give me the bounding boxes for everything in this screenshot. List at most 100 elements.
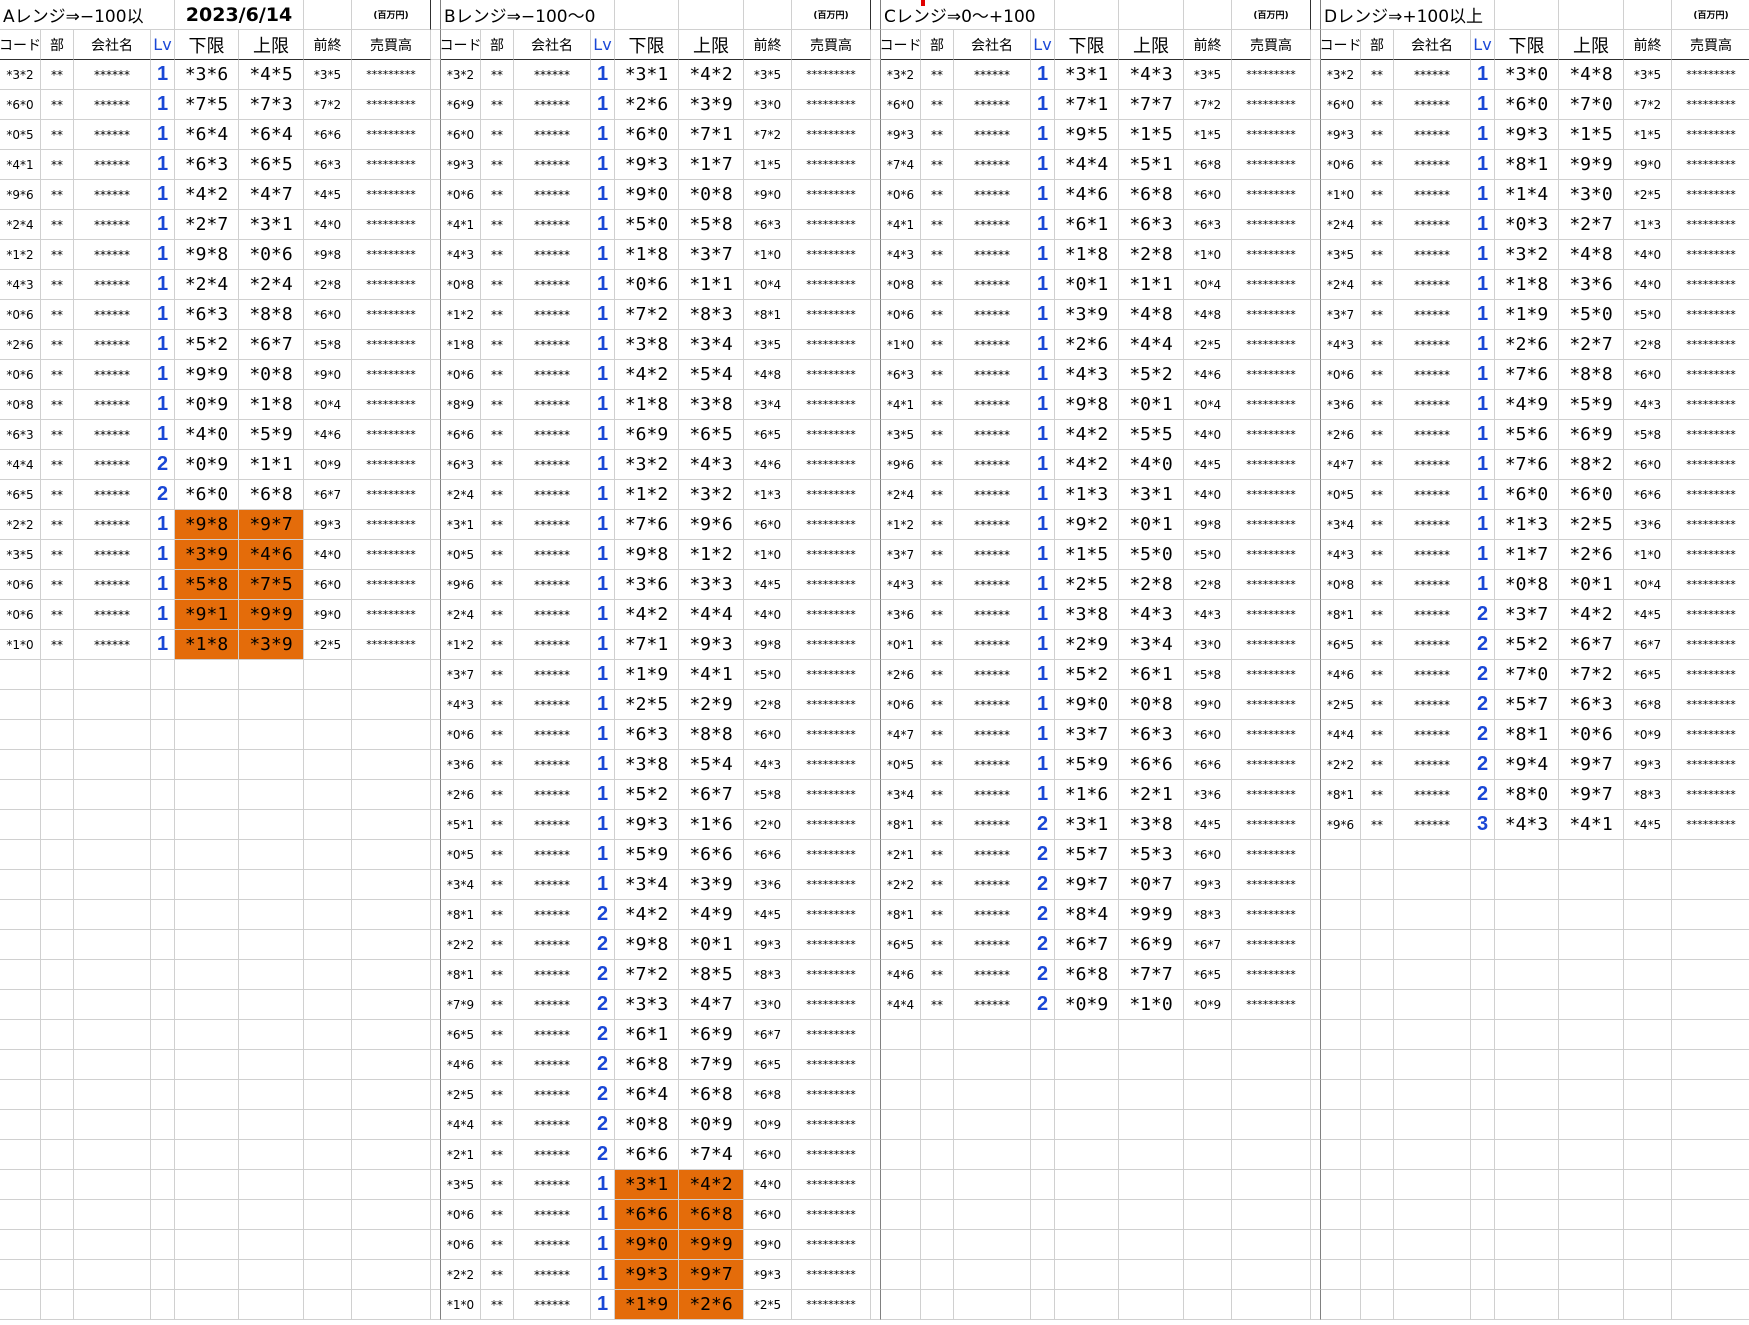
empty-cell[interactable] (41, 1050, 74, 1080)
dept-cell[interactable]: ** (481, 720, 514, 750)
company-name-cell[interactable]: ****** (74, 180, 151, 210)
prev-close-cell[interactable]: *4*0 (744, 600, 792, 630)
dept-cell[interactable]: ** (921, 120, 954, 150)
level-cell[interactable]: 1 (1031, 150, 1055, 180)
volume-cell[interactable]: ********* (792, 1020, 871, 1050)
volume-cell[interactable]: ********* (792, 720, 871, 750)
empty-cell[interactable] (41, 1110, 74, 1140)
upper-limit-cell[interactable]: *9*9 (679, 1230, 744, 1260)
prev-close-cell[interactable]: *4*0 (1184, 420, 1232, 450)
upper-limit-cell[interactable]: *2*7 (1559, 210, 1624, 240)
upper-limit-cell[interactable]: *4*9 (679, 900, 744, 930)
upper-limit-cell[interactable]: *6*4 (239, 120, 304, 150)
level-cell[interactable]: 1 (1031, 360, 1055, 390)
prev-close-cell[interactable]: *6*6 (1624, 480, 1672, 510)
dept-cell[interactable]: ** (921, 930, 954, 960)
lower-limit-cell[interactable]: *5*2 (175, 330, 239, 360)
upper-limit-cell[interactable]: *4*8 (1559, 240, 1624, 270)
empty-cell[interactable] (1184, 1170, 1232, 1200)
empty-cell[interactable] (1361, 1260, 1394, 1290)
code-cell[interactable]: *0*6 (441, 360, 481, 390)
prev-close-cell[interactable]: *8*1 (744, 300, 792, 330)
code-cell[interactable]: *3*5 (0, 540, 41, 570)
code-cell[interactable]: *4*6 (881, 960, 921, 990)
empty-cell[interactable] (175, 1230, 239, 1260)
lower-limit-cell[interactable]: *7*0 (1495, 660, 1559, 690)
lower-limit-cell[interactable]: *6*4 (175, 120, 239, 150)
lower-limit-cell[interactable]: *6*0 (1495, 480, 1559, 510)
company-name-cell[interactable]: ****** (514, 990, 591, 1020)
volume-cell[interactable]: ********* (1672, 660, 1749, 690)
lower-limit-cell[interactable]: *3*6 (615, 570, 679, 600)
code-cell[interactable]: *0*5 (0, 120, 41, 150)
lower-limit-cell[interactable]: *4*9 (1495, 390, 1559, 420)
prev-close-cell[interactable]: *5*8 (304, 330, 352, 360)
empty-cell[interactable] (881, 1140, 921, 1170)
code-cell[interactable]: *2*6 (1321, 420, 1361, 450)
company-name-cell[interactable]: ****** (514, 1110, 591, 1140)
empty-cell[interactable] (352, 1020, 431, 1050)
empty-cell[interactable] (352, 720, 431, 750)
upper-limit-cell[interactable]: *5*9 (239, 420, 304, 450)
company-name-cell[interactable]: ****** (1394, 540, 1471, 570)
volume-cell[interactable]: ********* (792, 300, 871, 330)
code-cell[interactable]: *4*1 (0, 150, 41, 180)
volume-cell[interactable]: ********* (352, 570, 431, 600)
code-cell[interactable]: *6*3 (441, 450, 481, 480)
company-name-cell[interactable]: ****** (954, 390, 1031, 420)
prev-close-cell[interactable]: *9*3 (1624, 750, 1672, 780)
code-cell[interactable]: *1*0 (441, 1290, 481, 1320)
dept-cell[interactable]: ** (481, 90, 514, 120)
empty-cell[interactable] (74, 1260, 151, 1290)
code-cell[interactable]: *6*0 (441, 120, 481, 150)
dept-cell[interactable]: ** (921, 180, 954, 210)
upper-limit-cell[interactable]: *1*5 (1119, 120, 1184, 150)
dept-cell[interactable]: ** (41, 270, 74, 300)
lower-limit-cell[interactable]: *9*8 (615, 930, 679, 960)
empty-cell[interactable] (1672, 1290, 1749, 1320)
lower-limit-cell[interactable]: *9*0 (615, 180, 679, 210)
empty-cell[interactable] (352, 1290, 431, 1320)
code-cell[interactable]: *2*4 (441, 600, 481, 630)
empty-cell[interactable] (41, 1230, 74, 1260)
empty-cell[interactable] (0, 1140, 41, 1170)
empty-cell[interactable] (74, 840, 151, 870)
prev-close-cell[interactable]: *9*3 (744, 1260, 792, 1290)
company-name-cell[interactable]: ****** (954, 330, 1031, 360)
lower-limit-cell[interactable]: *6*3 (175, 300, 239, 330)
lower-limit-cell[interactable]: *0*9 (1055, 990, 1119, 1020)
company-name-cell[interactable]: ****** (514, 1170, 591, 1200)
code-cell[interactable]: *9*6 (0, 180, 41, 210)
volume-cell[interactable]: ********* (792, 450, 871, 480)
empty-cell[interactable] (1471, 1230, 1495, 1260)
volume-cell[interactable]: ********* (352, 210, 431, 240)
prev-close-cell[interactable]: *4*0 (1624, 270, 1672, 300)
dept-cell[interactable]: ** (1361, 630, 1394, 660)
volume-cell[interactable]: ********* (352, 120, 431, 150)
company-name-cell[interactable]: ****** (1394, 390, 1471, 420)
empty-cell[interactable] (74, 810, 151, 840)
dept-cell[interactable]: ** (481, 510, 514, 540)
empty-cell[interactable] (74, 960, 151, 990)
company-name-cell[interactable]: ****** (1394, 360, 1471, 390)
code-cell[interactable]: *4*1 (881, 210, 921, 240)
company-name-cell[interactable]: ****** (514, 150, 591, 180)
code-cell[interactable]: *8*1 (881, 900, 921, 930)
level-cell[interactable]: 1 (151, 60, 175, 90)
empty-cell[interactable] (1119, 1230, 1184, 1260)
level-cell[interactable]: 1 (1031, 60, 1055, 90)
dept-cell[interactable]: ** (1361, 390, 1394, 420)
dept-cell[interactable]: ** (41, 210, 74, 240)
dept-cell[interactable]: ** (481, 1200, 514, 1230)
empty-cell[interactable] (1672, 1230, 1749, 1260)
prev-close-cell[interactable]: *6*0 (304, 570, 352, 600)
empty-cell[interactable] (881, 1020, 921, 1050)
empty-cell[interactable] (1495, 1080, 1559, 1110)
volume-cell[interactable]: ********* (1232, 960, 1311, 990)
upper-limit-cell[interactable]: *8*8 (679, 720, 744, 750)
empty-cell[interactable] (151, 1080, 175, 1110)
prev-close-cell[interactable]: *4*0 (304, 210, 352, 240)
company-name-cell[interactable]: ****** (954, 990, 1031, 1020)
empty-cell[interactable] (239, 1050, 304, 1080)
volume-cell[interactable]: ********* (792, 870, 871, 900)
